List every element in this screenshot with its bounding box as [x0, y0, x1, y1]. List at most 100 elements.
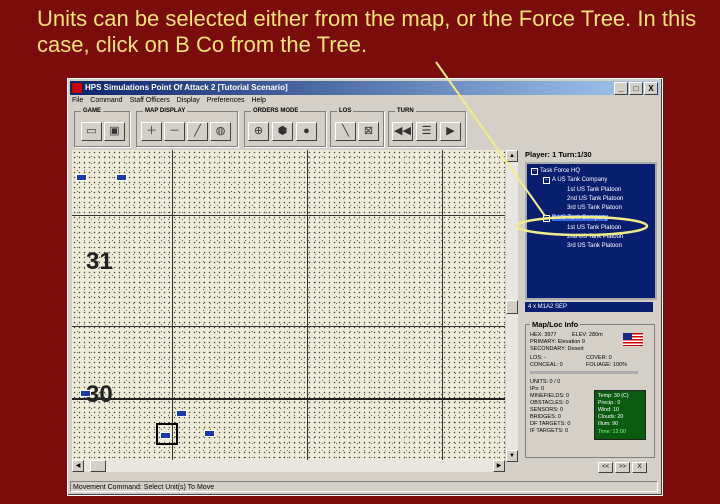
tree-item-label: A US Tank Company [552, 177, 608, 183]
end-turn-button[interactable]: ▶ [440, 122, 461, 141]
game-group: GAME ▭ ▣ [74, 108, 130, 147]
unit-counter[interactable] [116, 174, 127, 181]
unit-counter[interactable] [76, 174, 87, 181]
unit-counter[interactable] [176, 410, 187, 417]
menu-preferences[interactable]: Preferences [207, 95, 245, 107]
horizontal-scroll-thumb[interactable] [90, 460, 106, 472]
list-icon: ☰ [421, 125, 432, 137]
weather-panel: Temp: 30 (C) Precip.: 0 Wind: 10 Clouds:… [594, 390, 646, 440]
game-group-label: GAME [81, 108, 103, 114]
plus-icon: ＋ [146, 125, 157, 137]
tree-item-a-3rd-platoon[interactable]: 3rd US Tank Platoon [567, 205, 622, 211]
precip-value: Precip.: 0 [598, 400, 621, 406]
target-mode-button[interactable]: ⊕ [248, 122, 269, 141]
menu-help[interactable]: Help [251, 95, 265, 107]
conceal-value: CONCEAL: 0 [530, 362, 563, 368]
open-game-button[interactable]: ▭ [81, 122, 102, 141]
collapse-icon[interactable]: − [543, 215, 550, 222]
save-game-button[interactable]: ▣ [104, 122, 125, 141]
turn-log-button[interactable]: ☰ [416, 122, 437, 141]
tree-item-task-force-hq[interactable]: − Task Force HQ [531, 168, 580, 175]
tree-item-b-1st-platoon[interactable]: 1st US Tank Platoon [567, 225, 621, 231]
play-icon: ▶ [446, 125, 455, 137]
tree-item-a-1st-platoon[interactable]: 1st US Tank Platoon [567, 187, 621, 193]
map-display-group-label: MAP DISPLAY [143, 108, 188, 114]
tree-item-label: 1st US Tank Platoon [567, 225, 622, 231]
maximize-button[interactable]: □ [629, 82, 643, 95]
wind-value: Wind: 10 [598, 407, 619, 413]
status-bar: Movement Command: Select Unit(s) To Move [70, 481, 658, 492]
elev-value: ELEV: 280m [572, 332, 603, 338]
tree-item-a-company[interactable]: − A US Tank Company [543, 177, 607, 184]
illum-value: Illum: 90 [598, 421, 619, 427]
obstacles-value: OBSTACLES: 0 [530, 400, 569, 406]
title-bar: HPS Simulations Point Of Attack 2 [Tutor… [70, 81, 660, 95]
fire-mode-button[interactable]: ● [296, 122, 317, 141]
collapse-icon[interactable]: − [543, 177, 550, 184]
folder-icon: ▭ [86, 125, 97, 137]
map-loc-info-header: Map/Loc Info [530, 320, 581, 329]
pencil-icon: ╱ [194, 125, 201, 137]
move-icon: ⬢ [277, 125, 288, 137]
scroll-left-button[interactable]: ◀ [72, 460, 84, 472]
map-grid-line [72, 215, 505, 216]
orders-mode-group: ORDERS MODE ⊕ ⬢ ● [244, 108, 326, 147]
scroll-down-button[interactable]: ▼ [506, 450, 518, 462]
minefields-value: MINEFIELDS: 0 [530, 393, 570, 399]
menu-command[interactable]: Command [90, 95, 122, 107]
df-targets-value: DF TARGETS: 0 [530, 421, 571, 427]
disk-icon: ▣ [109, 125, 120, 137]
tree-item-label: B US Tank Company [552, 215, 608, 221]
move-mode-button[interactable]: ⬢ [272, 122, 293, 141]
orders-mode-group-label: ORDERS MODE [251, 108, 301, 114]
tree-item-label: 3rd US Tank Platoon [567, 243, 622, 249]
hex-row-label: 31 [86, 248, 113, 275]
temp-value: Temp: 30 (C) [598, 393, 629, 399]
tree-item-b-company[interactable]: − B US Tank Company [543, 215, 608, 222]
menu-display[interactable]: Display [177, 95, 200, 107]
zoom-in-button[interactable]: ＋ [141, 122, 162, 141]
los-line-button[interactable]: ╲ [335, 122, 356, 141]
menu-staff-officers[interactable]: Staff Officers [130, 95, 170, 107]
next-button[interactable]: >> [615, 462, 630, 473]
tree-item-b-3rd-platoon[interactable]: 3rd US Tank Platoon [567, 243, 622, 249]
minimize-button[interactable]: _ [614, 82, 628, 95]
zoom-out-button[interactable]: － [164, 122, 185, 141]
close-button[interactable]: X [644, 82, 658, 95]
side-panel: Player: 1 Turn:1/30 − Task Force HQ − A US… [523, 150, 657, 473]
panel-close-button[interactable]: X [632, 462, 647, 473]
map-grid-line [72, 326, 505, 327]
tactical-map[interactable]: 31 30 [72, 150, 505, 462]
rewind-icon: ◀◀ [394, 125, 411, 137]
menu-bar: File Command Staff Officers Display Pref… [72, 95, 266, 107]
primary-terrain: PRIMARY: Elevation 9 [530, 339, 585, 345]
us-flag-icon [623, 333, 643, 346]
collapse-icon[interactable]: − [531, 168, 538, 175]
unit-counter[interactable] [204, 430, 215, 437]
rewind-button[interactable]: ◀◀ [392, 122, 413, 141]
hex-value: HEX: 3977 [530, 332, 557, 338]
vertical-scroll-thumb[interactable] [506, 300, 518, 314]
prev-button[interactable]: << [598, 462, 613, 473]
map-horizontal-scrollbar[interactable]: ◀ ▶ [72, 460, 505, 472]
terrain-button[interactable]: ╱ [187, 122, 208, 141]
map-grid-line [442, 150, 443, 462]
force-tree: − Task Force HQ − A US Tank Company 1st US… [525, 162, 657, 300]
map-vertical-scrollbar[interactable]: ▲ ▼ [506, 150, 518, 462]
unit-counter[interactable] [80, 390, 91, 397]
tree-item-a-2nd-platoon[interactable]: 2nd US Tank Platoon [567, 196, 623, 202]
tree-item-b-2nd-platoon[interactable]: 2nd US Tank Platoon [567, 234, 623, 240]
minus-icon: － [169, 125, 180, 137]
window-title: HPS Simulations Point Of Attack 2 [Tutor… [85, 83, 288, 92]
menu-file[interactable]: File [72, 95, 83, 107]
turn-group-label: TURN [395, 108, 416, 114]
los-clear-button[interactable]: ⊠ [358, 122, 379, 141]
los-clear-icon: ⊠ [363, 125, 374, 137]
clouds-value: Clouds: 20 [598, 414, 624, 420]
globe-button[interactable]: ◍ [210, 122, 231, 141]
scroll-up-button[interactable]: ▲ [506, 150, 518, 162]
secondary-terrain: SECONDARY: Desert [530, 346, 584, 352]
map-loc-info-panel: Map/Loc Info HEX: 3977 ELEV: 280m PRIMAR… [525, 320, 655, 458]
crosshair-icon: ⊕ [253, 125, 264, 137]
scroll-right-button[interactable]: ▶ [493, 460, 505, 472]
